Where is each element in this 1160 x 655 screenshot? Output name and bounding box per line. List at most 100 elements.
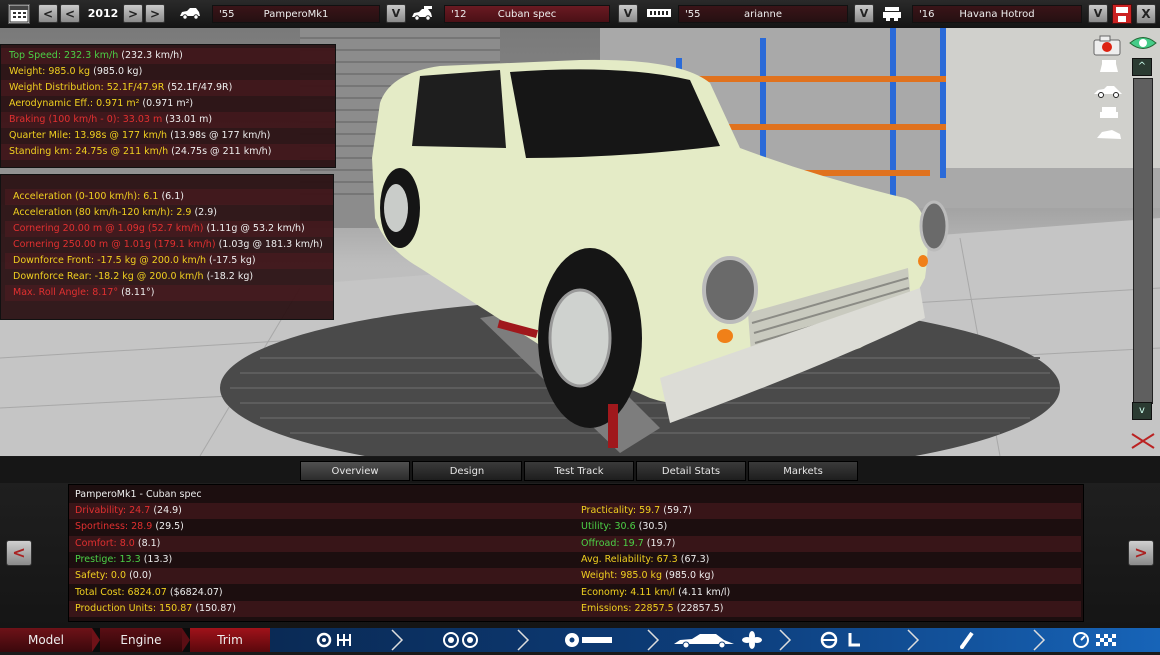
summary-stat-value: (0.0)	[129, 570, 152, 582]
tab-bar: Overview Design Test Track Detail Stats …	[0, 457, 1160, 483]
body-aero-icon[interactable]	[672, 631, 768, 649]
summary-stat-row: Safety: 0.0 (0.0)	[69, 568, 575, 585]
camera-icon[interactable]	[1092, 34, 1126, 56]
summary-stat-value: (150.87)	[195, 602, 236, 614]
handling-stats-list: Acceleration (0-100 km/h): 6.1 (6.1) Acce…	[1, 175, 333, 301]
performance-stat-row: Weight Distribution: 52.1F/47.9R (52.1F/…	[1, 80, 335, 96]
trim-select[interactable]: '12 Cuban spec	[444, 5, 610, 23]
overview-summary-panel: PamperoMk1 - Cuban spec Drivability: 24.…	[68, 484, 1084, 622]
eye-icon[interactable]	[1128, 34, 1158, 52]
performance-stat-row: Quarter Mile: 13.98s @ 177 km/h (13.98s …	[1, 128, 335, 144]
model-select[interactable]: '55 PamperoMk1	[212, 5, 380, 23]
nav-model[interactable]: Model	[0, 628, 92, 652]
year-prev-button[interactable]: <	[60, 4, 80, 23]
performance-stat-row: Aerodynamic Eff.: 0.971 m² (0.971 m²)	[1, 96, 335, 112]
summary-stat-row: Sportiness: 28.9 (29.5)	[69, 519, 575, 535]
handling-stat-label: Acceleration (0-100 km/h): 6.1	[13, 191, 159, 202]
handling-stat-value: (2.9)	[194, 207, 217, 218]
performance-stat-label: Top Speed: 232.3 km/h	[9, 50, 119, 61]
fuel-system-icon[interactable]	[958, 631, 976, 649]
engine-select[interactable]: '55 arianne	[678, 5, 848, 23]
summary-stat-label: Drivability: 24.7	[75, 505, 151, 516]
summary-stat-label: Practicality: 59.7	[581, 505, 661, 516]
suspension-icon[interactable]	[564, 631, 616, 649]
chassis-gearbox-icon[interactable]	[316, 631, 356, 649]
trim-name: Cuban spec	[497, 9, 557, 20]
year-next-button[interactable]: >	[123, 4, 143, 23]
summary-stat-value: (4.11 km/l)	[678, 586, 731, 598]
year-prev-prev-button[interactable]: <	[38, 4, 58, 23]
summary-stat-label: Sportiness: 28.9	[75, 521, 153, 533]
performance-stat-value: (52.1F/47.9R)	[167, 82, 233, 93]
summary-stat-value: (29.5)	[155, 521, 184, 533]
handling-stat-value: (1.11g @ 53.2 km/h)	[206, 223, 305, 234]
tab-overview[interactable]: Overview	[300, 461, 410, 481]
car-angle-view-icon[interactable]	[1094, 126, 1124, 144]
tab-design[interactable]: Design	[412, 461, 522, 481]
car-front-view-icon[interactable]	[1096, 58, 1122, 76]
handling-stat-row: Cornering 250.00 m @ 1.01g (179.1 km/h) …	[5, 237, 333, 253]
performance-stat-row: Braking (100 km/h - 0): 33.03 m (33.01 m…	[1, 112, 335, 128]
summary-stat-row: Prestige: 13.3 (13.3)	[69, 552, 575, 568]
calendar-icon[interactable]	[8, 4, 30, 24]
performance-stat-value: (24.75s @ 211 km/h)	[171, 146, 272, 157]
summary-stat-row: Total Cost: 6824.07 ($6824.07)	[69, 585, 575, 601]
handling-stat-value: (8.11°)	[121, 287, 155, 298]
year-next-next-button[interactable]: >	[145, 4, 165, 23]
performance-stat-value: (13.98s @ 177 km/h)	[170, 130, 271, 141]
scroll-up-button[interactable]: ^	[1132, 58, 1152, 76]
previous-car-button[interactable]: <	[6, 540, 32, 566]
summary-stat-value: (24.9)	[153, 505, 182, 516]
performance-stat-label: Weight: 985.0 kg	[9, 66, 91, 77]
model-dropdown-button[interactable]: V	[386, 4, 406, 23]
performance-stat-label: Standing km: 24.75s @ 211 km/h	[9, 146, 169, 157]
lift-toggle-icon[interactable]	[1128, 430, 1158, 452]
tab-detail-stats[interactable]: Detail Stats	[636, 461, 746, 481]
scroll-down-button[interactable]: v	[1132, 402, 1152, 420]
car-model-icon	[178, 6, 202, 22]
car-rear-view-icon[interactable]	[1096, 104, 1122, 122]
performance-stat-row: Weight: 985.0 kg (985.0 kg)	[1, 64, 335, 80]
performance-stats-list: Top Speed: 232.3 km/h (232.3 km/h) Weight…	[1, 45, 335, 160]
engine-family-dropdown-button[interactable]: V	[1088, 4, 1108, 23]
close-button[interactable]: X	[1136, 4, 1156, 24]
engine-family-select[interactable]: '16 Havana Hotrod	[912, 5, 1082, 23]
handling-stat-value: (1.03g @ 181.3 km/h)	[218, 239, 323, 250]
summary-stat-label: Offroad: 19.7	[581, 537, 644, 549]
engine-family-name: Havana Hotrod	[959, 9, 1035, 20]
handling-stat-label: Acceleration (80 km/h-120 km/h): 2.9	[13, 207, 192, 218]
performance-stat-row: Standing km: 24.75s @ 211 km/h (24.75s @…	[1, 144, 335, 160]
performance-stat-value: (985.0 kg)	[93, 66, 143, 77]
tab-test-track[interactable]: Test Track	[524, 461, 634, 481]
test-finish-icon[interactable]	[1072, 631, 1122, 649]
performance-stat-value: (33.01 m)	[165, 114, 213, 125]
view-scrollbar-track[interactable]	[1133, 78, 1153, 404]
tab-markets[interactable]: Markets	[748, 461, 858, 481]
performance-stat-label: Aerodynamic Eff.: 0.971 m²	[9, 98, 140, 109]
nav-trim[interactable]: Trim	[190, 628, 270, 652]
summary-stat-value: (22857.5)	[676, 602, 724, 614]
handling-stat-row: Acceleration (0-100 km/h): 6.1 (6.1)	[5, 189, 333, 205]
trim-dropdown-button[interactable]: V	[618, 4, 638, 23]
handling-stat-label: Cornering 20.00 m @ 1.09g (52.7 km/h)	[13, 223, 204, 234]
wheels-brakes-icon[interactable]	[442, 631, 482, 649]
summary-stat-label: Economy: 4.11 km/l	[581, 586, 676, 598]
handling-stat-value: (6.1)	[161, 191, 184, 202]
summary-title: PamperoMk1 - Cuban spec	[75, 489, 202, 500]
year-display: 2012	[87, 7, 119, 20]
nav-engine[interactable]: Engine	[100, 628, 182, 652]
interior-icon[interactable]	[820, 631, 868, 649]
car-side-view-icon[interactable]	[1092, 82, 1124, 100]
next-car-button[interactable]: >	[1128, 540, 1154, 566]
summary-stat-value: (8.1)	[137, 537, 161, 549]
model-name: PamperoMk1	[263, 9, 329, 20]
summary-stat-value: (19.7)	[646, 537, 676, 549]
performance-stat-value: (0.971 m²)	[142, 98, 194, 109]
engine-dropdown-button[interactable]: V	[854, 4, 874, 23]
performance-stat-value: (232.3 km/h)	[121, 50, 183, 61]
summary-stat-label: Weight: 985.0 kg	[581, 570, 663, 582]
save-icon[interactable]	[1112, 4, 1132, 24]
handling-stat-row: Downforce Rear: -18.2 kg @ 200.0 km/h (-…	[5, 269, 333, 285]
summary-stat-row: Offroad: 19.7 (19.7)	[575, 535, 1081, 552]
car-viewport[interactable]: Top Speed: 232.3 km/h (232.3 km/h) Weight…	[0, 28, 1160, 456]
